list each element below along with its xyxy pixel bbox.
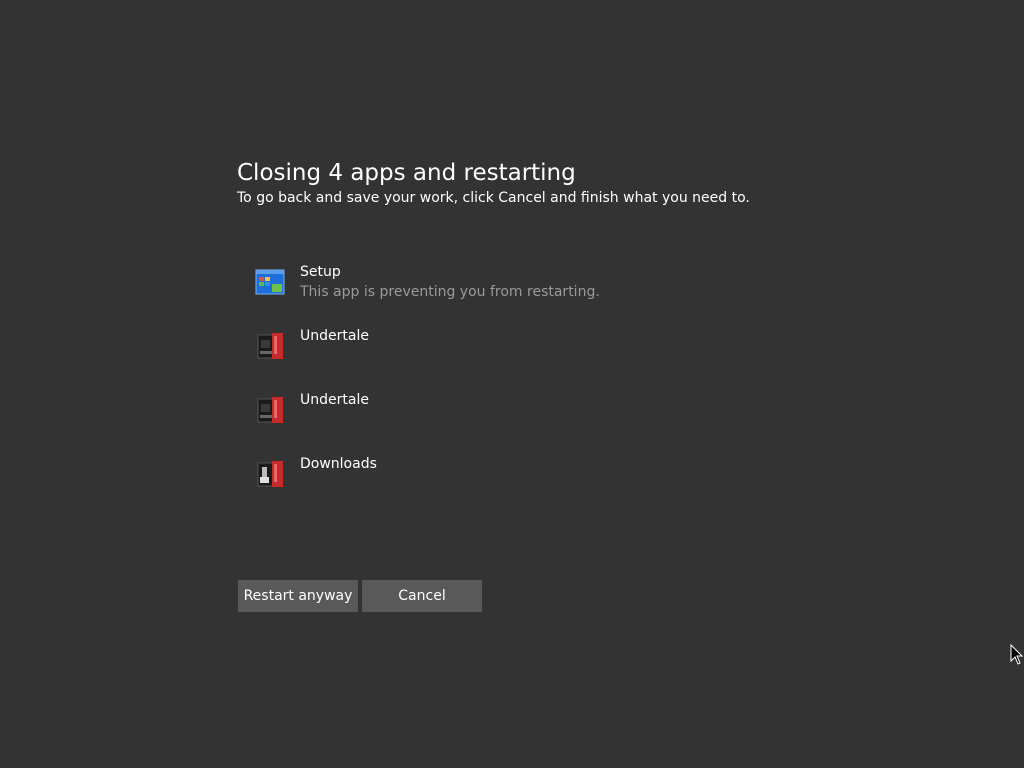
mouse-pointer-icon: [1010, 644, 1024, 665]
dialog-title: Closing 4 apps and restarting: [237, 160, 576, 186]
app-list: Setup This app is preventing you from re…: [255, 262, 755, 518]
setup-window-icon: [255, 269, 285, 295]
restart-screen: Closing 4 apps and restarting To go back…: [0, 0, 1024, 768]
app-name: Setup: [300, 264, 341, 280]
undertale-icon: [257, 397, 283, 423]
app-item-setup: Setup This app is preventing you from re…: [255, 262, 755, 326]
dialog-subtitle: To go back and save your work, click Can…: [237, 190, 750, 206]
app-item-undertale: Undertale: [255, 326, 755, 390]
app-name: Undertale: [300, 328, 369, 344]
app-description: This app is preventing you from restarti…: [300, 284, 600, 300]
undertale-icon: [257, 333, 283, 359]
app-name: Undertale: [300, 392, 369, 408]
downloads-icon: [257, 461, 283, 487]
app-item-downloads: Downloads: [255, 454, 755, 518]
cancel-button[interactable]: Cancel: [362, 580, 482, 612]
restart-anyway-button[interactable]: Restart anyway: [238, 580, 358, 612]
app-item-undertale: Undertale: [255, 390, 755, 454]
restart-dialog: Closing 4 apps and restarting To go back…: [237, 158, 877, 208]
app-name: Downloads: [300, 456, 377, 472]
